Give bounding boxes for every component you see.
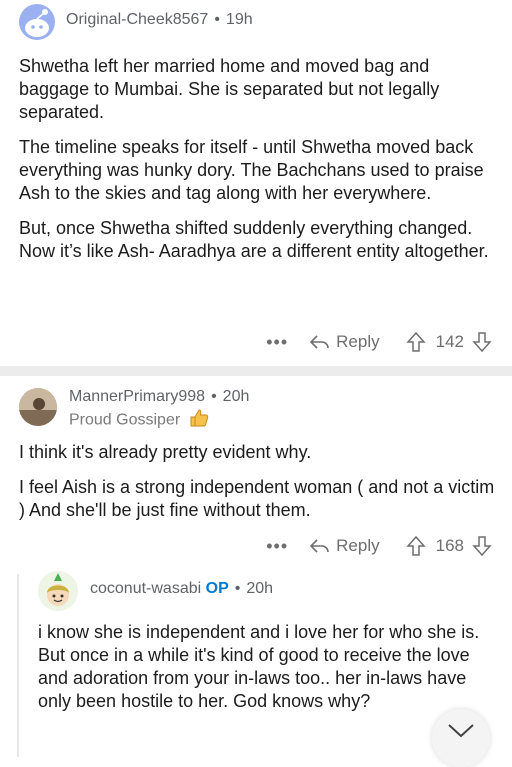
user-avatar[interactable] — [19, 388, 57, 426]
meta-separator: • — [214, 11, 220, 28]
comment-paragraph: I feel Aish is a strong independent woma… — [19, 477, 495, 520]
user-flair: Proud Gossiper — [69, 409, 209, 432]
comment-paragraph: i know she is independent and i love her… — [38, 622, 480, 711]
flair-text: Proud Gossiper — [69, 411, 181, 429]
meta-separator: • — [234, 580, 241, 597]
thumbs-up-icon — [189, 409, 209, 432]
comment-body: Shwetha left her married home and moved … — [19, 55, 499, 275]
vote-score: 168 — [435, 536, 464, 555]
arrow-up-icon[interactable] — [405, 535, 426, 557]
username[interactable]: coconut-wasabi — [90, 580, 201, 597]
comment-body: i know she is independent and i love her… — [38, 621, 500, 725]
reddit-snoo-icon — [25, 9, 49, 37]
comment-actions: ••• Reply 142 — [266, 329, 492, 355]
arrow-up-icon[interactable] — [405, 331, 426, 353]
username[interactable]: MannerPrimary998 — [69, 388, 205, 405]
reply-arrow-icon — [310, 539, 329, 553]
comment-paragraph: Shwetha left her married home and moved … — [19, 56, 440, 122]
comment-body: I think it's already pretty evident why.… — [19, 441, 499, 534]
collapse-button[interactable] — [432, 709, 490, 767]
comment-time: 20h — [246, 580, 274, 597]
op-badge: OP — [205, 580, 229, 597]
chevron-down-icon — [448, 724, 474, 738]
comment-time: 20h — [222, 388, 250, 405]
cartoon-avatar-icon — [38, 571, 78, 611]
comment-separator — [0, 366, 512, 376]
more-options-button[interactable]: ••• — [266, 332, 288, 353]
reply-label: Reply — [336, 536, 380, 555]
user-avatar[interactable] — [38, 571, 78, 611]
user-photo-icon — [19, 388, 57, 426]
reply-button[interactable]: Reply — [310, 332, 380, 352]
vote-controls: 168 — [405, 535, 492, 557]
arrow-down-icon[interactable] — [472, 331, 492, 353]
comment-time: 19h — [225, 11, 253, 28]
comment-manner-primary: MannerPrimary998 • 20h Proud Gossiper I th… — [0, 376, 512, 767]
comment-paragraph: The timeline speaks for itself - until S… — [19, 137, 484, 203]
user-avatar[interactable] — [19, 4, 55, 40]
comment-paragraph: I think it's already pretty evident why. — [19, 442, 312, 462]
comment-original-cheek: Original-Cheek8567 • 19h Shwetha left her … — [0, 0, 512, 366]
more-options-button[interactable]: ••• — [266, 536, 288, 557]
reply-button[interactable]: Reply — [310, 536, 380, 556]
reply-arrow-icon — [310, 335, 329, 349]
arrow-down-icon[interactable] — [472, 535, 492, 557]
username[interactable]: Original-Cheek8567 — [66, 11, 208, 28]
meta-separator: • — [211, 388, 217, 405]
comment-paragraph: But, once Shwetha shifted suddenly every… — [19, 218, 489, 261]
reply-label: Reply — [336, 332, 380, 351]
vote-score: 142 — [435, 332, 464, 351]
vote-controls: 142 — [405, 331, 492, 353]
comment-actions: ••• Reply 168 — [266, 533, 492, 559]
